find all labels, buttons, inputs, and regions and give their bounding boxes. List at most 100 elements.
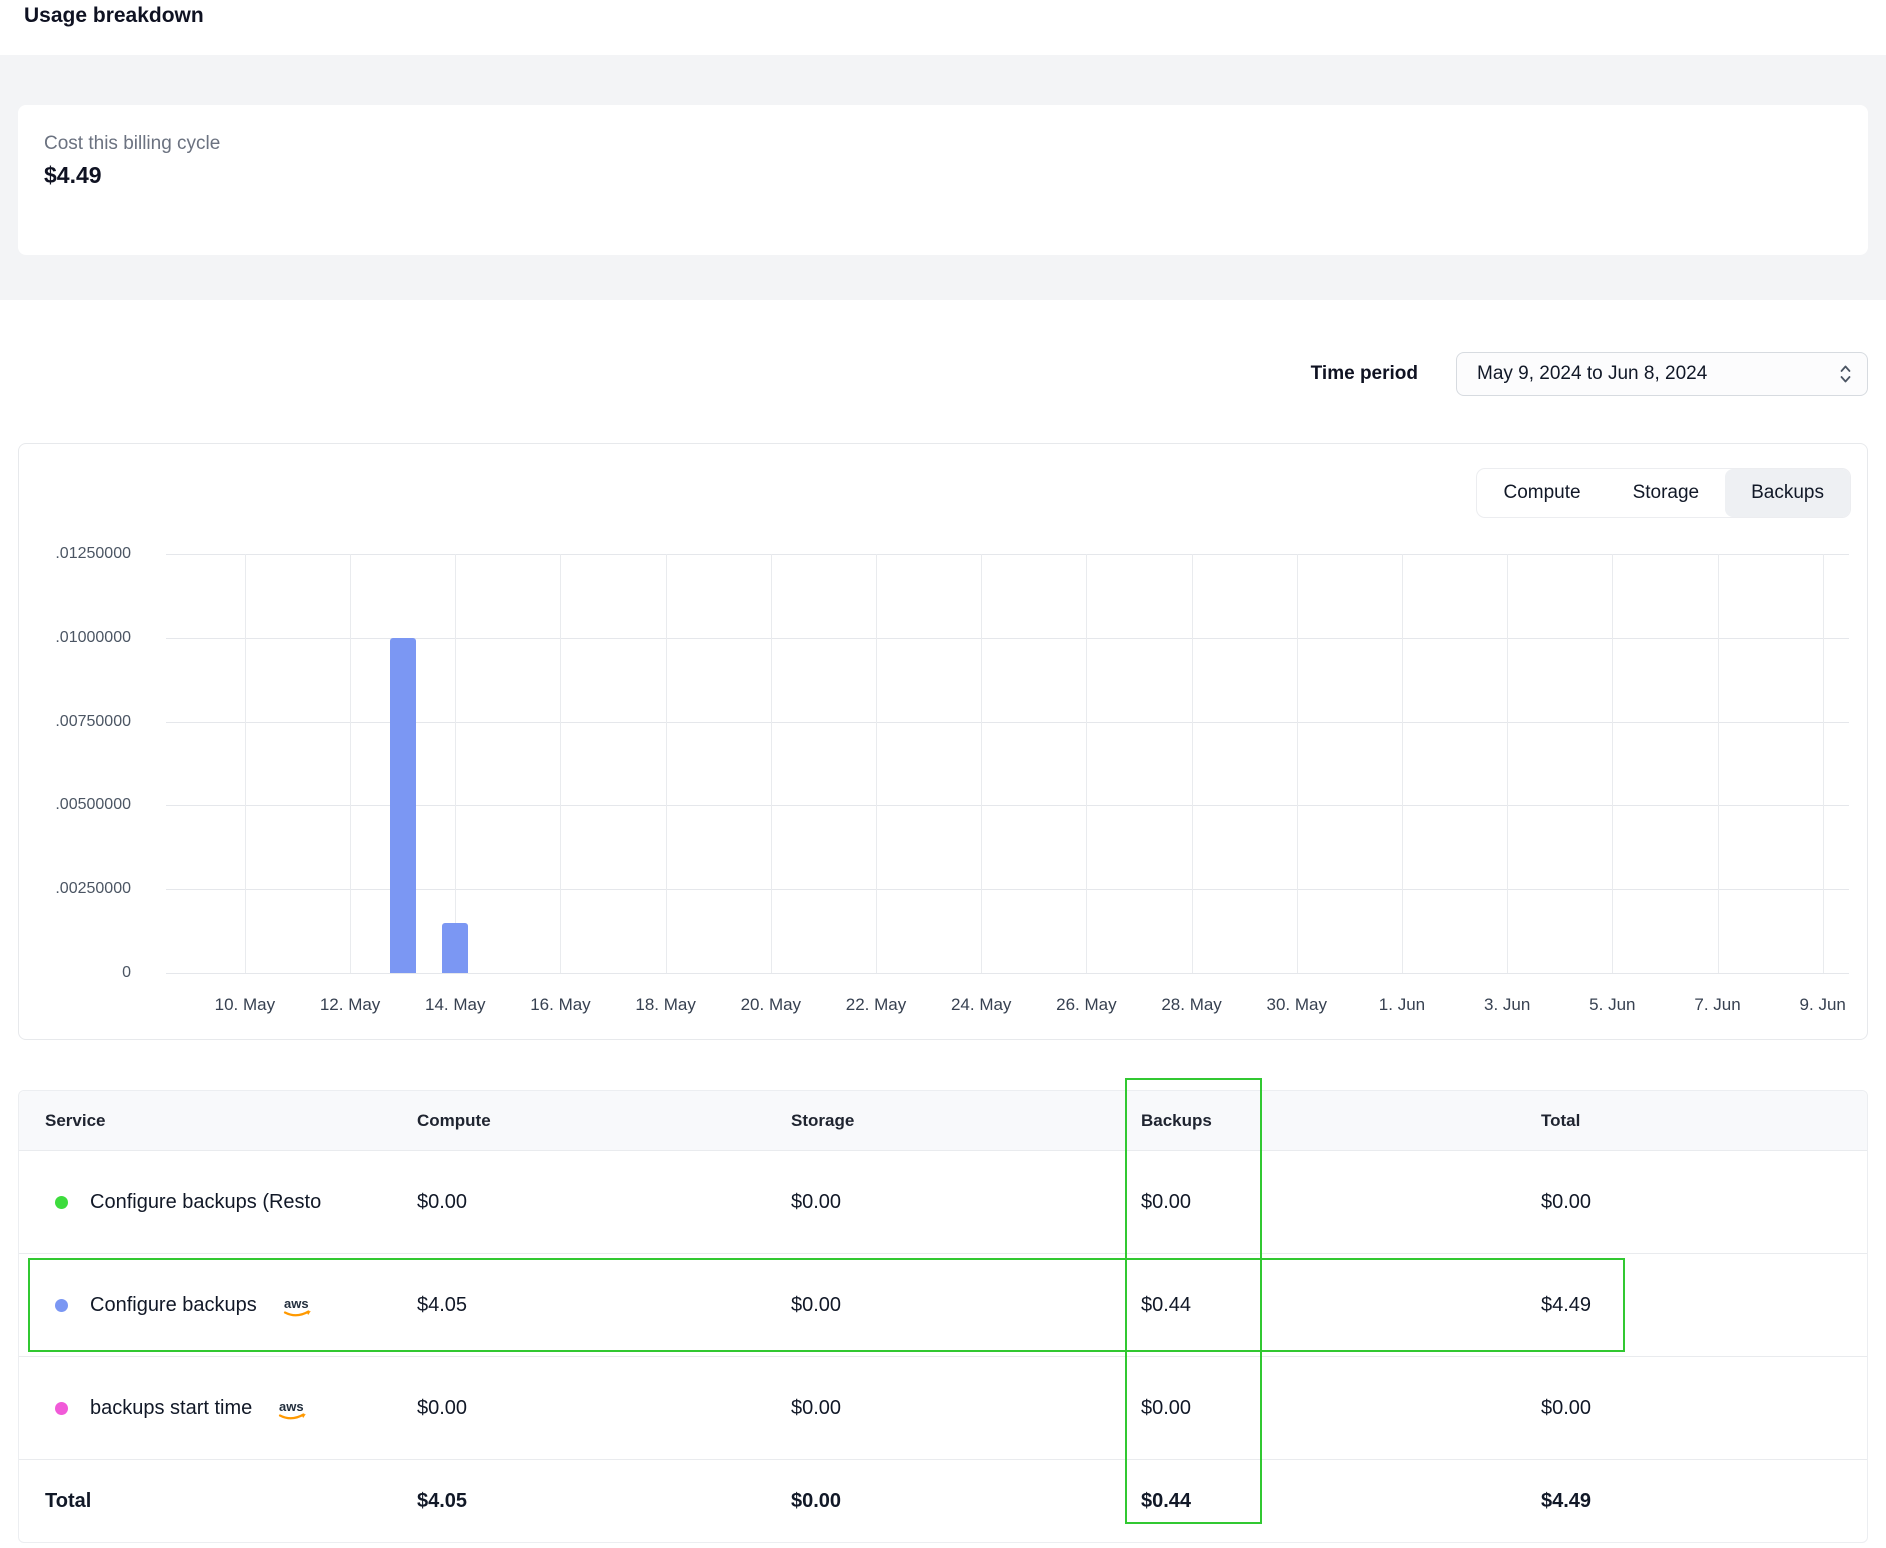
column-header-storage: Storage (791, 1111, 1141, 1131)
x-gridline (981, 554, 982, 973)
table-row: Configure backups (Resto$0.00$0.00$0.00$… (19, 1151, 1867, 1254)
x-axis-tick-label: 3. Jun (1484, 995, 1530, 1015)
cost-summary-value: $4.49 (44, 162, 1842, 189)
x-axis-tick-label: 26. May (1056, 995, 1116, 1015)
y-axis-tick-label: 0 (122, 964, 131, 982)
x-axis-tick-label: 16. May (530, 995, 590, 1015)
service-name: Configure backups (Resto (90, 1191, 321, 1214)
x-axis-tick-label: 24. May (951, 995, 1011, 1015)
cost-summary-card: Cost this billing cycle $4.49 (18, 105, 1868, 255)
table-row: Configure backups aws $4.05$0.00$0.44$4.49 (19, 1254, 1867, 1357)
chevron-updown-icon (1838, 362, 1853, 386)
x-axis-tick-label: 5. Jun (1589, 995, 1635, 1015)
cell-storage: $0.00 (791, 1294, 1141, 1317)
series-color-dot-icon (55, 1402, 68, 1415)
column-header-service: Service (45, 1111, 417, 1131)
y-gridline (166, 973, 1849, 974)
cell-storage: $0.00 (791, 1397, 1141, 1420)
x-axis-tick-label: 28. May (1161, 995, 1221, 1015)
x-gridline (1086, 554, 1087, 973)
x-gridline (1718, 554, 1719, 973)
x-gridline (876, 554, 877, 973)
chart-bar (442, 923, 468, 973)
x-gridline (1823, 554, 1824, 973)
y-gridline (166, 638, 1849, 639)
total-backups: $0.44 (1141, 1490, 1541, 1513)
total-compute: $4.05 (417, 1490, 791, 1513)
aws-logo-icon: aws (281, 1295, 315, 1319)
cell-compute: $4.05 (417, 1294, 791, 1317)
y-gridline (166, 805, 1849, 806)
total-storage: $0.00 (791, 1490, 1141, 1513)
cell-total: $0.00 (1541, 1397, 1841, 1420)
total-row-label: Total (45, 1490, 417, 1513)
x-axis-tick-label: 1. Jun (1379, 995, 1425, 1015)
y-gridline (166, 722, 1849, 723)
service-cell: Configure backups aws (45, 1291, 417, 1319)
x-axis-tick-label: 9. Jun (1800, 995, 1846, 1015)
column-header-total: Total (1541, 1111, 1841, 1131)
cell-backups: $0.00 (1141, 1397, 1541, 1420)
time-period-value: May 9, 2024 to Jun 8, 2024 (1477, 363, 1707, 385)
x-gridline (666, 554, 667, 973)
x-axis-tick-label: 14. May (425, 995, 485, 1015)
chart-bar (390, 638, 416, 973)
y-axis-tick-label: .01000000 (55, 629, 131, 647)
service-name: Configure backups (90, 1294, 257, 1317)
x-axis-tick-label: 7. Jun (1694, 995, 1740, 1015)
table-total-row: Total$4.05$0.00$0.44$4.49 (19, 1460, 1867, 1542)
service-cell: Configure backups (Resto (45, 1191, 417, 1214)
x-gridline (1192, 554, 1193, 973)
total-total: $4.49 (1541, 1490, 1841, 1513)
y-axis-tick-label: .01250000 (55, 545, 131, 563)
billing-summary-section: Cost this billing cycle $4.49 (0, 55, 1886, 300)
tab-backups[interactable]: Backups (1725, 469, 1850, 517)
tab-storage[interactable]: Storage (1607, 469, 1726, 517)
time-period-label: Time period (1311, 363, 1418, 385)
series-color-dot-icon (55, 1196, 68, 1209)
usage-bar-chart: .01250000.01000000.00750000.00500000.002… (166, 554, 1849, 973)
cell-backups: $0.00 (1141, 1191, 1541, 1214)
time-period-row: Time period May 9, 2024 to Jun 8, 2024 (1311, 352, 1868, 396)
page-title: Usage breakdown (24, 4, 204, 28)
y-axis-tick-label: .00500000 (55, 796, 131, 814)
y-gridline (166, 554, 1849, 555)
y-gridline (166, 889, 1849, 890)
x-gridline (1507, 554, 1508, 973)
cell-total: $4.49 (1541, 1294, 1841, 1317)
x-axis-tick-label: 12. May (320, 995, 380, 1015)
usage-breakdown-table: ServiceComputeStorageBackupsTotalConfigu… (18, 1090, 1868, 1543)
y-axis-tick-label: .00750000 (55, 713, 131, 731)
x-gridline (245, 554, 246, 973)
aws-logo-icon: aws (276, 1398, 310, 1422)
x-gridline (1297, 554, 1298, 973)
x-axis-tick-label: 10. May (215, 995, 275, 1015)
svg-text:aws: aws (279, 1399, 304, 1414)
column-header-backups: Backups (1141, 1111, 1541, 1131)
time-period-select[interactable]: May 9, 2024 to Jun 8, 2024 (1456, 352, 1868, 396)
x-gridline (1402, 554, 1403, 973)
cell-total: $0.00 (1541, 1191, 1841, 1214)
x-axis-tick-label: 30. May (1267, 995, 1327, 1015)
x-gridline (350, 554, 351, 973)
service-cell: backups start timeaws (45, 1394, 417, 1422)
y-axis-tick-label: .00250000 (55, 880, 131, 898)
series-color-dot-icon (55, 1299, 68, 1312)
table-header-row: ServiceComputeStorageBackupsTotal (19, 1091, 1867, 1151)
column-header-compute: Compute (417, 1111, 791, 1131)
cell-storage: $0.00 (791, 1191, 1141, 1214)
chart-metric-tabs: ComputeStorageBackups (1476, 468, 1851, 518)
svg-text:aws: aws (284, 1296, 309, 1311)
cell-compute: $0.00 (417, 1397, 791, 1420)
tab-compute[interactable]: Compute (1477, 469, 1606, 517)
cell-backups: $0.44 (1141, 1294, 1541, 1317)
table-row: backups start timeaws$0.00$0.00$0.00$0.0… (19, 1357, 1867, 1460)
x-gridline (771, 554, 772, 973)
usage-chart-card: ComputeStorageBackups .01250000.01000000… (18, 443, 1868, 1040)
cost-summary-label: Cost this billing cycle (44, 133, 1842, 155)
x-axis-tick-label: 18. May (635, 995, 695, 1015)
x-gridline (560, 554, 561, 973)
x-axis-tick-label: 22. May (846, 995, 906, 1015)
x-axis-tick-label: 20. May (741, 995, 801, 1015)
x-gridline (1612, 554, 1613, 973)
